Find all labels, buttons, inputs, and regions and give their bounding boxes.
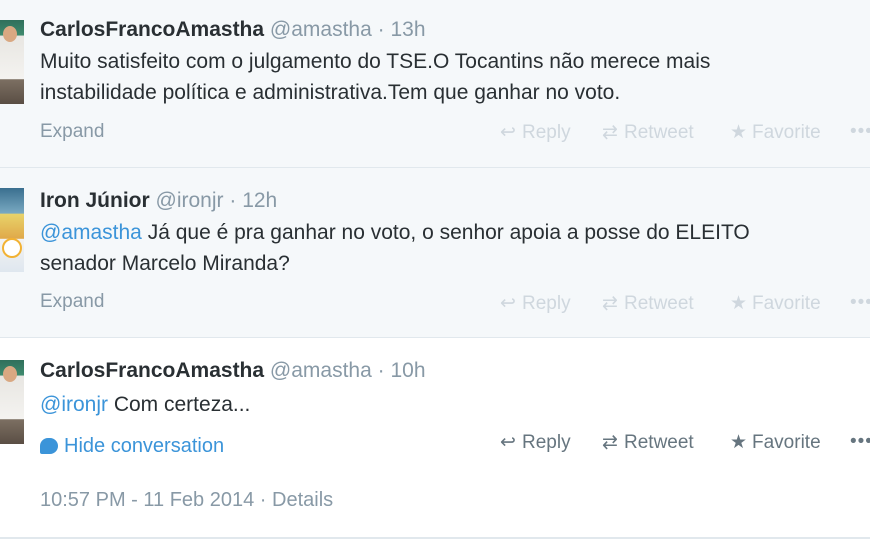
author-name[interactable]: Iron Júnior bbox=[40, 189, 150, 212]
favorite-label: Favorite bbox=[752, 122, 821, 143]
author-handle[interactable]: @ironjr bbox=[156, 189, 224, 212]
mention-link[interactable]: @amastha bbox=[40, 221, 142, 244]
tweet-text-segment: Já que é pra ganhar no voto, o senhor ap… bbox=[141, 221, 750, 244]
star-icon: ★ bbox=[730, 293, 748, 314]
favorite-label: Favorite bbox=[752, 293, 821, 314]
reply-icon: ↩ bbox=[500, 432, 516, 453]
tweet-text: @amastha Já que é pra ganhar no voto, o … bbox=[40, 217, 750, 279]
author-handle[interactable]: @amastha bbox=[270, 18, 372, 41]
tweet-text-line: Muito satisfeito com o julgamento do TSE… bbox=[40, 50, 711, 73]
author-name[interactable]: CarlosFrancoAmastha bbox=[40, 359, 264, 382]
tweet-item[interactable]: CarlosFrancoAmastha @amastha · 13h Muito… bbox=[0, 0, 870, 168]
more-dots-icon: ••• bbox=[850, 292, 870, 313]
star-icon: ★ bbox=[730, 122, 748, 143]
separator-dot: · bbox=[377, 359, 385, 382]
retweet-label: Retweet bbox=[624, 432, 694, 453]
mention-link[interactable]: @ironjr bbox=[40, 393, 108, 416]
more-button[interactable]: ••• bbox=[850, 121, 870, 143]
avatar-face bbox=[3, 366, 17, 382]
avatar-face bbox=[3, 26, 17, 42]
tweet-time[interactable]: 13h bbox=[390, 18, 425, 41]
tweet-text-line: instabilidade política e administrativa.… bbox=[40, 81, 621, 104]
reply-button[interactable]: ↩ Reply bbox=[500, 121, 571, 144]
retweet-button[interactable]: ⇄ Retweet bbox=[602, 121, 694, 144]
tweet-header: CarlosFrancoAmastha @amastha · 13h bbox=[40, 18, 426, 42]
tweet-time[interactable]: 12h bbox=[242, 189, 277, 212]
tweet-header: CarlosFrancoAmastha @amastha · 10h bbox=[40, 359, 426, 383]
more-dots-icon: ••• bbox=[850, 121, 870, 142]
retweet-label: Retweet bbox=[624, 122, 694, 143]
tweet-item[interactable]: Iron Júnior @ironjr · 12h @amastha Já qu… bbox=[0, 168, 870, 338]
avatar[interactable] bbox=[0, 20, 24, 104]
author-handle[interactable]: @amastha bbox=[270, 359, 372, 382]
favorite-button[interactable]: ★ Favorite bbox=[730, 121, 821, 144]
star-icon: ★ bbox=[730, 432, 748, 453]
expand-link[interactable]: Expand bbox=[40, 291, 104, 313]
favorite-button[interactable]: ★ Favorite bbox=[730, 292, 821, 315]
more-button[interactable]: ••• bbox=[850, 292, 870, 314]
retweet-label: Retweet bbox=[624, 293, 694, 314]
retweet-button[interactable]: ⇄ Retweet bbox=[602, 431, 694, 454]
author-name[interactable]: CarlosFrancoAmastha bbox=[40, 18, 264, 41]
tweet-item-expanded[interactable]: CarlosFrancoAmastha @amastha · 10h @iron… bbox=[0, 338, 870, 550]
reply-icon: ↩ bbox=[500, 293, 516, 314]
tweet-text: @ironjr Com certeza... bbox=[40, 389, 250, 420]
reply-button[interactable]: ↩ Reply bbox=[500, 292, 571, 315]
more-button[interactable]: ••• bbox=[850, 431, 870, 453]
tweet-meta: 10:57 PM - 11 Feb 2014 · Details bbox=[40, 489, 333, 512]
retweet-icon: ⇄ bbox=[602, 293, 618, 314]
reply-label: Reply bbox=[522, 432, 571, 453]
reply-button[interactable]: ↩ Reply bbox=[500, 431, 571, 454]
tweet-header: Iron Júnior @ironjr · 12h bbox=[40, 189, 277, 213]
tweet-time[interactable]: 10h bbox=[390, 359, 425, 382]
speech-bubble-icon bbox=[40, 438, 58, 454]
avatar[interactable] bbox=[0, 188, 24, 272]
tweet-text-line: @amastha Já que é pra ganhar no voto, o … bbox=[40, 217, 750, 248]
separator-dot: · bbox=[254, 489, 272, 511]
hide-conversation-label: Hide conversation bbox=[64, 435, 225, 457]
separator-dot: · bbox=[377, 18, 385, 41]
tweet-text-segment: Com certeza... bbox=[108, 393, 251, 416]
tweet-text-line: @ironjr Com certeza... bbox=[40, 389, 250, 420]
expand-link[interactable]: Expand bbox=[40, 121, 104, 143]
reply-icon: ↩ bbox=[500, 122, 516, 143]
separator-dot: · bbox=[229, 189, 237, 212]
favorite-button[interactable]: ★ Favorite bbox=[730, 431, 821, 454]
avatar[interactable] bbox=[0, 360, 24, 444]
retweet-button[interactable]: ⇄ Retweet bbox=[602, 292, 694, 315]
reply-label: Reply bbox=[522, 122, 571, 143]
details-link[interactable]: Details bbox=[272, 489, 333, 511]
tweet-timestamp[interactable]: 10:57 PM - 11 Feb 2014 bbox=[40, 489, 254, 511]
tweet-text-line: senador Marcelo Miranda? bbox=[40, 252, 290, 275]
more-dots-icon: ••• bbox=[850, 431, 870, 452]
avatar-badge bbox=[2, 238, 22, 258]
favorite-label: Favorite bbox=[752, 432, 821, 453]
retweet-icon: ⇄ bbox=[602, 122, 618, 143]
reply-label: Reply bbox=[522, 293, 571, 314]
divider bbox=[0, 537, 870, 539]
tweet-text: Muito satisfeito com o julgamento do TSE… bbox=[40, 46, 710, 108]
retweet-icon: ⇄ bbox=[602, 432, 618, 453]
hide-conversation-link[interactable]: Hide conversation bbox=[40, 435, 224, 458]
